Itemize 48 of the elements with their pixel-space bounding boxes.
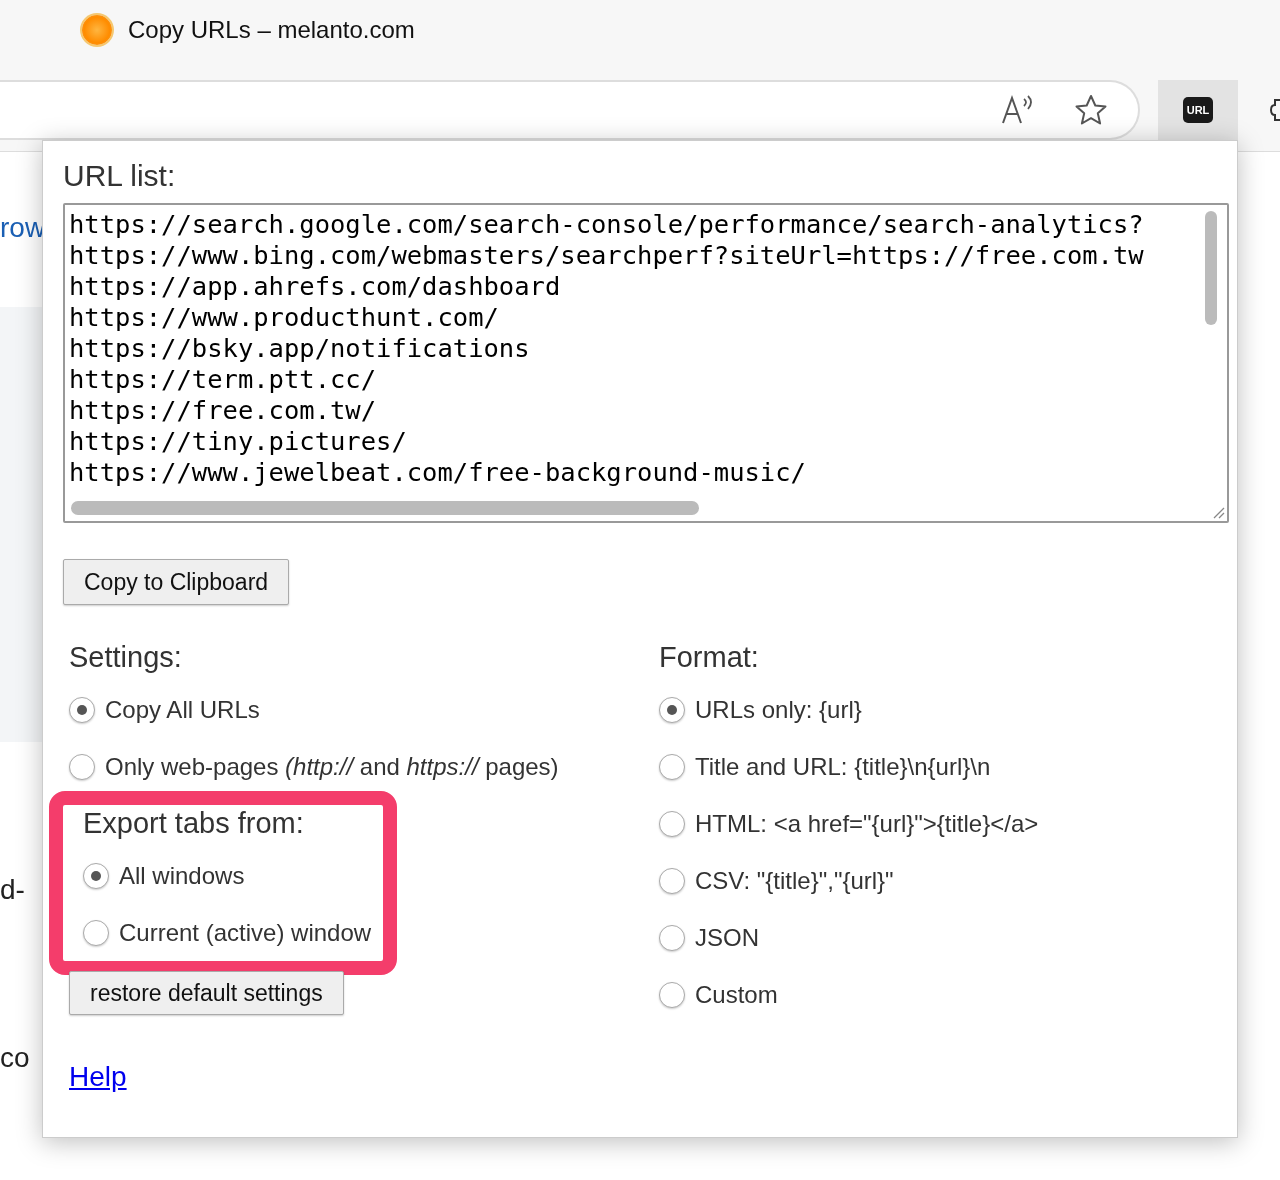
radio-button[interactable] [659,810,685,837]
url-list-label: URL list: [63,159,177,193]
vertical-scrollbar[interactable] [1205,211,1217,325]
option-label: HTML: <a href="{url}">{title}</a> [695,809,1039,838]
option-label: CSV: "{title}","{url}" [695,866,894,895]
radio-button[interactable] [83,862,109,889]
horizontal-scrollbar[interactable] [71,501,699,515]
radio-button[interactable] [659,924,685,951]
section-title: Format: [659,641,760,675]
radio-button[interactable] [659,753,685,780]
url-line: https://term.ptt.cc/ [69,364,378,395]
star-icon[interactable] [1074,94,1108,126]
radio-button[interactable] [659,867,685,894]
option-label: URLs only: {url} [695,695,862,724]
restore-defaults-button[interactable]: restore default settings [69,971,344,1015]
tab-title[interactable]: Copy URLs – melanto.com [128,16,415,44]
url-line: https://app.ahrefs.com/dashboard [69,271,562,302]
url-line: https://www.bing.com/webmasters/searchperf?siteUrl=https://free.com.tw [69,240,1145,271]
extension-button[interactable]: URL [1158,80,1238,140]
option-label: Only web-pages (http:// and https:// pages) [105,752,559,781]
radio-button[interactable] [69,753,95,780]
option-label: Title and URL: {title}\n{url}\n [695,752,991,781]
url-line: https://free.com.tw/ [69,395,378,426]
read-aloud-icon[interactable] [1000,95,1034,125]
page-text: d- [0,874,25,906]
url-line: https://search.google.com/search-console/performance/search-analytics? [69,209,1145,240]
option-label: All windows [119,861,245,890]
url-list-field[interactable] [63,203,1229,523]
radio-button[interactable] [659,696,685,723]
url-line: https://www.jewelbeat.com/free-background-music/ [69,457,807,488]
copy-button[interactable]: Copy to Clipboard [63,559,290,605]
radio-button[interactable] [659,981,685,1008]
option-label: Current (active) window [119,918,372,947]
resize-grip-icon[interactable] [1211,505,1225,519]
section-title: Export tabs from: [83,807,305,841]
option-label: JSON [695,923,759,952]
option-label: Copy All URLs [105,695,260,724]
favicon-icon [82,15,112,45]
puzzle-icon[interactable] [1270,97,1280,123]
help-link[interactable]: Help [69,1061,127,1093]
url-line: https://bsky.app/notifications [69,333,531,364]
section-title: Settings: [69,641,183,675]
page-text: co [0,1042,30,1074]
radio-button[interactable] [69,696,95,723]
radio-button[interactable] [83,919,109,946]
url-line: https://tiny.pictures/ [69,426,408,457]
url-line: https://www.producthunt.com/ [69,302,500,333]
option-label: Custom [695,980,778,1009]
